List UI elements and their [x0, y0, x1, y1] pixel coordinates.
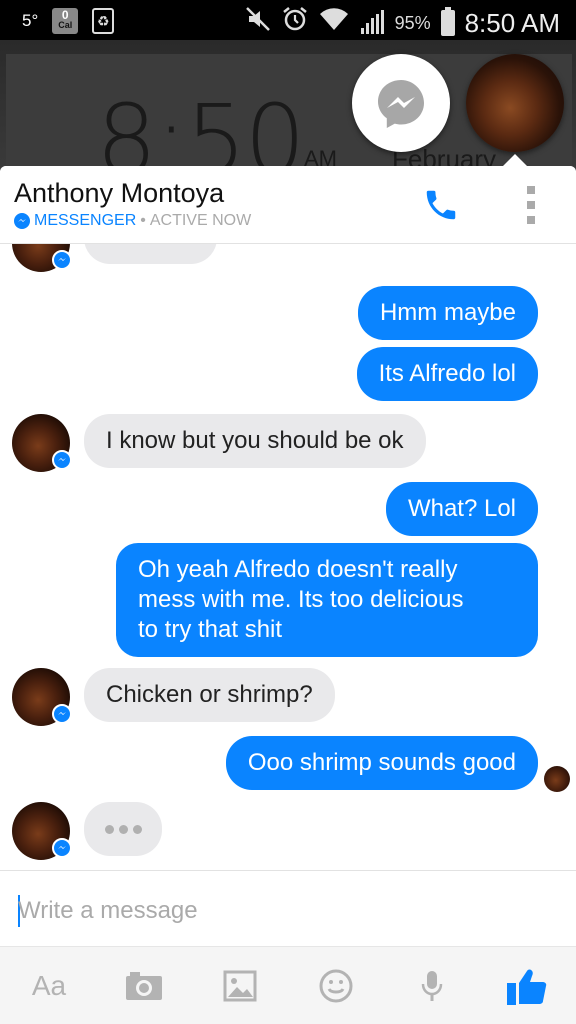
- messenger-badge-icon: [52, 838, 72, 858]
- status-bar: 5° 0 Cal ♻ 95% 8:50 AM: [0, 0, 576, 40]
- thumbs-up-icon: [507, 969, 547, 1005]
- call-button[interactable]: [420, 184, 462, 226]
- status-left: 5° 0 Cal ♻: [22, 8, 115, 34]
- alarm-icon: [281, 5, 309, 41]
- typing-dot: [104, 824, 114, 834]
- more-dot: [527, 201, 535, 209]
- camera-icon: [126, 972, 162, 1000]
- battery-icon: [440, 7, 455, 36]
- separator-dot: •: [140, 212, 146, 229]
- typing-dot: [118, 824, 128, 834]
- recycle-icon: ♻: [92, 8, 115, 34]
- calendar-day: 0: [61, 8, 69, 22]
- sticker-button[interactable]: [316, 961, 356, 1011]
- messenger-badge-icon: [14, 213, 30, 229]
- contact-avatar[interactable]: [12, 802, 72, 860]
- contact-name[interactable]: Anthony Montoya: [14, 178, 224, 209]
- chat-header: Anthony Montoya MESSENGER • ACTIVE NOW: [0, 166, 576, 244]
- calendar-label: Cal: [58, 20, 73, 30]
- messenger-badge-icon: [52, 704, 72, 724]
- like-button[interactable]: [504, 961, 552, 1011]
- contact-subtitle: MESSENGER • ACTIVE NOW: [14, 212, 251, 230]
- message-bubble-incoming[interactable]: Chicken or shrimp?: [84, 668, 335, 722]
- contact-avatar[interactable]: [12, 414, 72, 472]
- seen-indicator-avatar: [544, 766, 570, 792]
- more-dot: [527, 186, 535, 194]
- contact-avatar[interactable]: [12, 668, 72, 726]
- more-dot: [527, 216, 535, 224]
- more-options-button[interactable]: [520, 186, 542, 224]
- status-time: 8:50 AM: [464, 7, 560, 38]
- app-label: MESSENGER: [34, 212, 137, 229]
- composer-toolbar: Aa: [0, 946, 576, 1024]
- message-bubble-incoming[interactable]: I know but you should be ok: [84, 414, 426, 468]
- mute-icon: [245, 6, 271, 40]
- message-line: Oh yeah Alfredo doesn't really: [138, 556, 458, 583]
- message-thread[interactable]: Alfrado? Hmm maybe Its Alfredo lol I kno…: [0, 244, 576, 870]
- typing-dot: [132, 824, 142, 834]
- typing-indicator: [84, 802, 162, 856]
- smiley-icon: [319, 969, 353, 1003]
- status-right: 95% 8:50 AM: [245, 5, 560, 41]
- contact-avatar[interactable]: [12, 244, 72, 272]
- image-icon: [223, 970, 257, 1002]
- message-line: mess with me. Its too delicious: [138, 586, 464, 613]
- message-bubble-outgoing[interactable]: Its Alfredo lol: [356, 347, 538, 401]
- message-composer: [0, 870, 576, 946]
- battery-percent: 95%: [394, 12, 431, 33]
- contact-chat-head[interactable]: [466, 54, 564, 152]
- calendar-icon: 0 Cal: [52, 8, 79, 34]
- message-bubble-incoming[interactable]: Alfrado?: [84, 244, 218, 264]
- active-status: ACTIVE NOW: [149, 212, 252, 229]
- message-input[interactable]: [18, 891, 558, 931]
- messenger-badge-icon: [52, 250, 72, 270]
- gallery-button[interactable]: [220, 961, 260, 1011]
- messenger-icon: [378, 80, 424, 128]
- message-bubble-outgoing[interactable]: Oh yeah Alfredo doesn't really mess with…: [116, 543, 538, 657]
- messenger-chat-head[interactable]: [352, 54, 450, 152]
- voice-button[interactable]: [414, 961, 450, 1011]
- message-bubble-outgoing[interactable]: Ooo shrimp sounds good: [225, 736, 538, 790]
- chat-head-pointer: [503, 154, 527, 166]
- text-format-button[interactable]: Aa: [26, 961, 72, 1011]
- microphone-icon: [421, 971, 443, 1001]
- message-bubble-outgoing[interactable]: What? Lol: [385, 482, 538, 536]
- lock-screen-clock: 8:50: [96, 84, 306, 170]
- camera-button[interactable]: [122, 961, 166, 1011]
- signal-icon: [359, 10, 385, 36]
- chat-panel: Anthony Montoya MESSENGER • ACTIVE NOW A…: [0, 166, 576, 1024]
- message-line: to try that shit: [138, 616, 283, 643]
- wifi-icon: [319, 6, 349, 40]
- messenger-badge-icon: [52, 450, 72, 470]
- temperature: 5°: [22, 11, 39, 30]
- message-bubble-outgoing[interactable]: Hmm maybe: [357, 286, 538, 340]
- phone-icon: [426, 190, 456, 220]
